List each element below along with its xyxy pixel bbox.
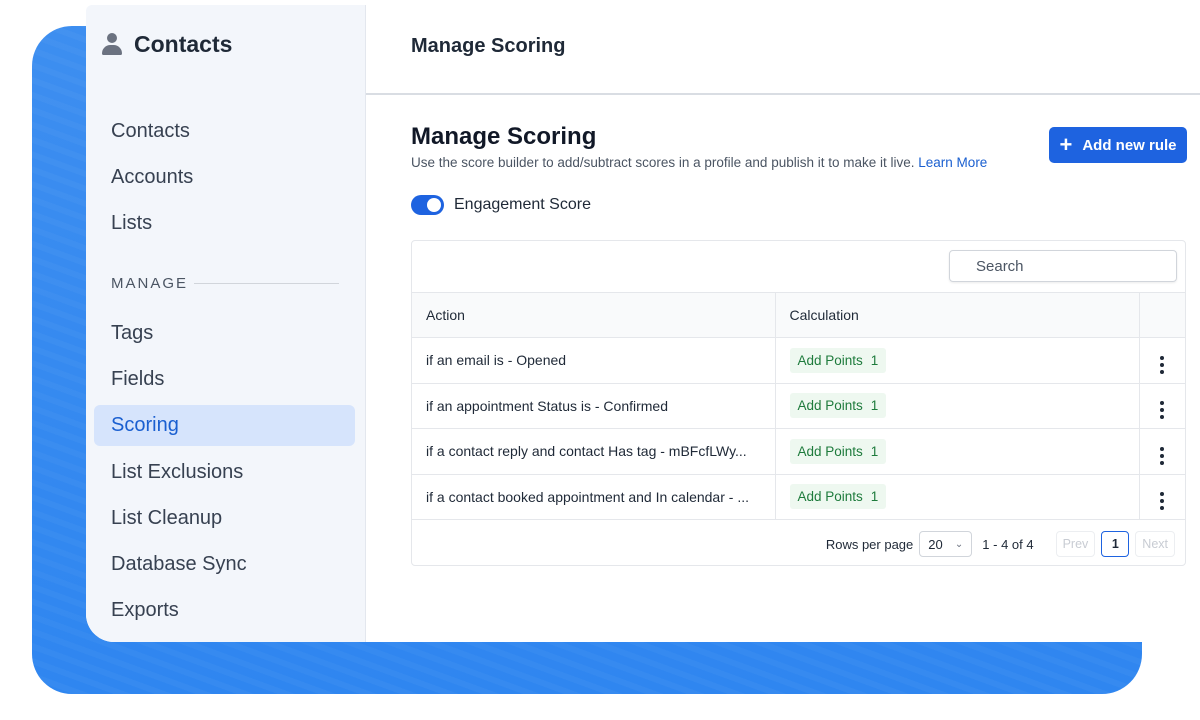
sidebar-header: Contacts	[102, 31, 232, 58]
calculation-cell: Add Points 1	[775, 474, 1140, 520]
row-menu-cell	[1139, 429, 1185, 475]
sidebar-item-accounts[interactable]: Accounts	[94, 157, 355, 198]
app-window: Contacts Contacts Accounts Lists MANAGE …	[86, 5, 1200, 642]
table-row: if an email is - Opened Add Points 1	[412, 337, 1185, 384]
calc-label: Add Points	[797, 398, 863, 414]
scoring-table: Action Calculation if an email is - Open…	[412, 292, 1185, 520]
engagement-score-toggle[interactable]	[411, 195, 444, 215]
page-title: Manage Scoring	[411, 123, 597, 150]
next-page-button[interactable]: Next	[1135, 531, 1175, 557]
action-text: if an appointment Status is - Confirmed	[426, 397, 669, 414]
sidebar-item-exports[interactable]: Exports	[94, 590, 355, 631]
sidebar-item-fields[interactable]: Fields	[94, 359, 355, 400]
action-cell: if a contact booked appointment and In c…	[412, 474, 776, 520]
learn-more-link[interactable]: Learn More	[918, 155, 987, 170]
sidebar-item-list-cleanup[interactable]: List Cleanup	[94, 498, 355, 539]
row-menu-cell	[1139, 383, 1185, 429]
section-divider	[194, 283, 339, 284]
sidebar-item-tags[interactable]: Tags	[94, 313, 355, 354]
sidebar-item-scoring[interactable]: Scoring	[94, 405, 355, 446]
add-new-rule-button[interactable]: + Add new rule	[1049, 127, 1187, 163]
kebab-menu-icon[interactable]	[1160, 401, 1165, 420]
calc-value: 1	[870, 489, 879, 505]
search-input[interactable]	[950, 251, 1176, 281]
page-1-button[interactable]: 1	[1101, 531, 1130, 557]
kebab-menu-icon[interactable]	[1160, 492, 1165, 511]
add-new-rule-label: Add new rule	[1082, 136, 1177, 154]
page-description: Use the score builder to add/subtract sc…	[411, 155, 987, 170]
main-content: Manage Scoring Manage Scoring Use the sc…	[366, 5, 1200, 642]
calculation-cell: Add Points 1	[775, 383, 1140, 429]
pagination-range: 1 - 4 of 4	[982, 536, 1034, 552]
rows-per-page-label: Rows per page	[825, 536, 914, 552]
column-header-action: Action	[412, 292, 776, 338]
sidebar: Contacts Contacts Accounts Lists MANAGE …	[86, 5, 366, 642]
sidebar-item-list-exclusions[interactable]: List Exclusions	[94, 452, 355, 493]
calc-value: 1	[870, 443, 879, 459]
plus-icon: +	[1059, 132, 1073, 157]
column-header-calculation: Calculation	[775, 292, 1140, 338]
table-row: if a contact booked appointment and In c…	[412, 474, 1185, 520]
table-row: if an appointment Status is - Confirmed …	[412, 383, 1185, 429]
table-row: if a contact reply and contact Has tag -…	[412, 428, 1185, 475]
table-header-row: Action Calculation	[412, 292, 1185, 338]
toggle-label: Engagement Score	[454, 196, 591, 213]
header-title: Manage Scoring	[411, 35, 566, 57]
calc-value: 1	[870, 398, 879, 414]
search-box	[949, 250, 1177, 282]
engagement-score-toggle-row: Engagement Score	[411, 195, 591, 215]
action-text: if a contact reply and contact Has tag -…	[426, 443, 747, 460]
calc-label: Add Points	[797, 489, 863, 505]
chevron-down-icon: ⌄	[954, 538, 964, 550]
calc-badge: Add Points 1	[789, 438, 887, 464]
toggle-knob	[427, 198, 441, 212]
manage-section-header: MANAGE	[111, 275, 339, 292]
stage: Contacts Contacts Accounts Lists MANAGE …	[0, 0, 1200, 720]
action-cell: if a contact reply and contact Has tag -…	[412, 428, 776, 474]
action-text: if an email is - Opened	[426, 352, 567, 369]
sidebar-title: Contacts	[134, 31, 233, 57]
rows-per-page-select[interactable]: 20 ⌄	[919, 531, 973, 557]
calc-badge: Add Points 1	[789, 484, 887, 510]
calc-label: Add Points	[797, 352, 863, 368]
kebab-menu-icon[interactable]	[1160, 446, 1165, 465]
sidebar-item-lists[interactable]: Lists	[94, 203, 355, 244]
calc-value: 1	[870, 352, 879, 368]
prev-page-button[interactable]: Prev	[1055, 531, 1096, 557]
sidebar-item-database-sync[interactable]: Database Sync	[94, 544, 355, 585]
section-label: MANAGE	[111, 275, 189, 292]
pagination: Rows per page 20 ⌄ 1 - 4 of 4 Prev 1 Nex…	[412, 526, 1185, 562]
calc-badge: Add Points 1	[789, 347, 887, 373]
action-cell: if an email is - Opened	[412, 337, 776, 383]
action-cell: if an appointment Status is - Confirmed	[412, 383, 776, 429]
sidebar-item-contacts[interactable]: Contacts	[94, 111, 355, 152]
calculation-cell: Add Points 1	[775, 428, 1140, 474]
rows-per-page-value: 20	[928, 536, 943, 552]
action-text: if a contact booked appointment and In c…	[426, 488, 749, 505]
column-header-menu	[1139, 292, 1185, 338]
scoring-table-card: Action Calculation if an email is - Open…	[411, 240, 1186, 566]
top-bar: Manage Scoring	[366, 5, 1200, 95]
row-menu-cell	[1139, 474, 1185, 520]
calc-label: Add Points	[797, 443, 863, 459]
calculation-cell: Add Points 1	[775, 337, 1140, 383]
description-text: Use the score builder to add/subtract sc…	[411, 155, 915, 170]
person-icon	[102, 32, 122, 57]
calc-badge: Add Points 1	[789, 393, 887, 419]
kebab-menu-icon[interactable]	[1160, 355, 1165, 374]
row-menu-cell	[1139, 338, 1185, 384]
